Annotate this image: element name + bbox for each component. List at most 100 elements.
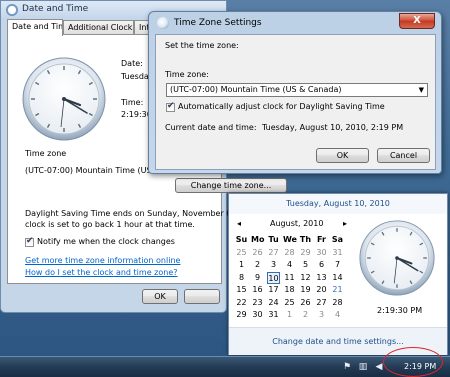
calendar-day[interactable]: 21 [331, 284, 344, 296]
calendar-day[interactable]: 9 [251, 272, 264, 284]
current-datetime-value: Tuesday, August 10, 2010, 2:19 PM [262, 123, 404, 132]
weekday-header: Sa [331, 235, 344, 244]
analog-clock [22, 57, 106, 141]
month-title[interactable]: August, 2010 [270, 219, 323, 228]
timezone-selected-value: (UTC-07:00) Mountain Time (US & Canada) [170, 85, 342, 94]
calendar-day[interactable]: 27 [315, 297, 328, 309]
weekday-header: We [283, 235, 297, 244]
calendar-day[interactable]: 23 [251, 297, 264, 309]
set-timezone-intro: Set the time zone: [165, 41, 239, 50]
chevron-down-icon: ▼ [418, 86, 424, 94]
tz-titlebar[interactable]: Time Zone Settings X [149, 12, 441, 32]
close-icon: X [413, 15, 421, 26]
calendar-day[interactable]: 4 [283, 259, 296, 271]
calendar-day[interactable]: 25 [235, 247, 248, 259]
notify-label: Notify me when the clock changes [37, 237, 175, 246]
calendar-flyout: Tuesday, August 10, 2010 ◂ August, 2010 … [228, 193, 448, 355]
dialog-title: Time Zone Settings [174, 18, 262, 28]
weekday-header: Su [235, 235, 248, 244]
calendar-day[interactable]: 10 [267, 271, 280, 284]
calendar-day[interactable]: 19 [299, 284, 312, 296]
timezone-label: Time zone: [165, 70, 209, 79]
globe-icon [157, 17, 169, 29]
calendar-day[interactable]: 12 [299, 272, 312, 284]
ok-button[interactable]: OK [142, 289, 178, 304]
network-icon[interactable]: ▥ [358, 362, 368, 373]
calendar-nav: ◂ August, 2010 ▸ [237, 219, 349, 231]
calendar-day[interactable]: 8 [235, 272, 248, 284]
calendar-day[interactable]: 13 [315, 272, 328, 284]
highlight-circle [383, 347, 443, 377]
how-to-set-clock-link[interactable]: How do I set the clock and time zone? [25, 268, 178, 277]
calendar-day[interactable]: 6 [315, 259, 328, 271]
flag-icon[interactable]: ⚑ [342, 362, 352, 373]
cancel-button[interactable] [184, 289, 220, 304]
calendar-day[interactable]: 31 [331, 247, 344, 259]
tz-body: Set the time zone: Time zone: (UTC-07:00… [155, 34, 436, 170]
calendar-day[interactable]: 3 [267, 259, 280, 271]
flyout-clock-face [359, 220, 435, 296]
calendar-day[interactable]: 31 [267, 309, 280, 321]
calendar-day[interactable]: 20 [315, 284, 328, 296]
calendar-day[interactable]: 26 [299, 297, 312, 309]
weekday-header: Mo [251, 235, 265, 244]
calendar-day[interactable]: 4 [331, 309, 344, 321]
dst-auto-checkbox[interactable]: ✔ [166, 101, 175, 112]
time-zone-settings-dialog: Time Zone Settings X Set the time zone: … [148, 11, 442, 174]
clock-icon [6, 4, 18, 16]
calendar-day[interactable]: 28 [331, 297, 344, 309]
checkmark-icon: ✔ [167, 101, 175, 111]
close-button[interactable]: X [399, 13, 435, 29]
change-time-zone-button[interactable]: Change time zone... [175, 178, 287, 193]
timezone-value: (UTC-07:00) Mountain Time (US & C [25, 166, 169, 175]
flyout-date-header[interactable]: Tuesday, August 10, 2010 [229, 194, 447, 214]
analog-clock-face [22, 57, 106, 141]
tz-cancel-button[interactable]: Cancel [377, 148, 430, 163]
calendar-day[interactable]: 1 [283, 309, 296, 321]
time-label: Time: [121, 98, 144, 107]
dst-info-line2: clock is set to go back 1 hour at that t… [25, 220, 195, 229]
date-label: Date: [121, 59, 143, 68]
timezone-section-label: Time zone [25, 149, 67, 158]
calendar-day[interactable]: 7 [331, 259, 344, 271]
calendar-day[interactable]: 11 [283, 272, 296, 284]
calendar-day[interactable]: 16 [251, 284, 264, 296]
calendar-day[interactable]: 29 [235, 309, 248, 321]
dst-auto-label: Automatically adjust clock for Daylight … [178, 102, 385, 111]
checkmark-icon: ✔ [26, 236, 34, 246]
more-timezone-info-link[interactable]: Get more time zone information online [25, 256, 180, 265]
window-title: Date and Time [22, 4, 89, 14]
calendar-day[interactable]: 15 [235, 284, 248, 296]
calendar-day[interactable]: 29 [299, 247, 312, 259]
calendar-day[interactable]: 22 [235, 297, 248, 309]
calendar-day[interactable]: 28 [283, 247, 296, 259]
tz-ok-button[interactable]: OK [316, 148, 369, 163]
current-datetime-label: Current date and time: [165, 123, 257, 132]
timezone-select[interactable]: (UTC-07:00) Mountain Time (US & Canada) … [166, 83, 428, 97]
calendar-day[interactable]: 17 [267, 284, 280, 296]
prev-month-icon[interactable]: ◂ [237, 219, 241, 228]
calendar-day[interactable]: 30 [315, 247, 328, 259]
calendar-day[interactable]: 27 [267, 247, 280, 259]
flyout-analog-clock [359, 220, 435, 296]
calendar-day[interactable]: 2 [299, 309, 312, 321]
calendar-day[interactable]: 3 [315, 309, 328, 321]
calendar-day[interactable]: 14 [331, 272, 344, 284]
flyout-main: ◂ August, 2010 ▸ Su Mo Tu We Th Fr Sa 25 26 27 28 2… [229, 214, 447, 327]
notify-checkbox[interactable]: ✔ [25, 236, 34, 247]
calendar-day[interactable]: 24 [267, 297, 280, 309]
calendar-day[interactable]: 25 [283, 297, 296, 309]
weekday-header: Tu [268, 235, 279, 244]
calendar-day[interactable]: 30 [251, 309, 264, 321]
calendar-day[interactable]: 26 [251, 247, 264, 259]
calendar-day[interactable]: 5 [299, 259, 312, 271]
calendar-day[interactable]: 1 [235, 259, 248, 271]
calendar-day[interactable]: 18 [283, 284, 296, 296]
calendar-day[interactable]: 2 [251, 259, 264, 271]
weekday-header: Th [299, 235, 312, 244]
tab-date-and-time[interactable]: Date and Time [7, 19, 63, 36]
next-month-icon[interactable]: ▸ [343, 219, 347, 228]
tab-additional-clocks[interactable]: Additional Clocks [63, 20, 134, 35]
weekday-header: Fr [317, 235, 326, 244]
calendar-grid: Su Mo Tu We Th Fr Sa 25 26 27 28 29 30 31 1 2 3 4 5 6 7 8 9 10 1… [235, 234, 347, 322]
